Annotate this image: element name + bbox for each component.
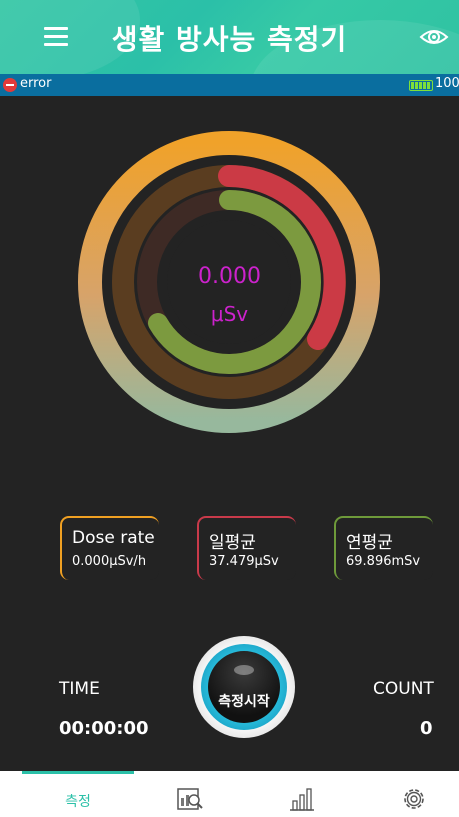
start-button-ring: 측정시작 (201, 644, 287, 730)
start-button-core: 측정시작 (208, 651, 280, 723)
time-value: 00:00:00 (59, 718, 149, 739)
bottom-nav: 측정 (0, 771, 459, 817)
dose-rate-card: Dose rate 0.000μSv/h (60, 516, 159, 580)
count-value: 0 (420, 718, 433, 739)
tab-settings[interactable] (358, 771, 459, 817)
start-measurement-button[interactable]: 측정시작 (193, 636, 295, 738)
battery-icon (409, 80, 433, 91)
tab-report[interactable] (134, 771, 246, 817)
card-value: 0.000μSv/h (72, 554, 147, 569)
dose-value: 0.000 (198, 264, 261, 289)
time-label: TIME (59, 679, 100, 699)
start-button-label: 측정시작 (218, 694, 270, 710)
card-label: Dose rate (72, 528, 155, 548)
card-label: 일평균 (209, 533, 256, 553)
eye-icon[interactable] (419, 24, 449, 50)
yearly-average-card: 연평균 69.896mSv (334, 516, 433, 580)
error-icon (3, 78, 17, 92)
tab-measure-label: 측정 (65, 794, 91, 810)
app-header: 생활 방사능 측정기 (0, 0, 459, 74)
page-title: 생활 방사능 측정기 (111, 23, 348, 56)
card-value: 37.479μSv (209, 554, 279, 569)
count-label: COUNT (373, 679, 434, 699)
error-text: error (20, 76, 52, 91)
status-bar: error 100 (0, 74, 459, 96)
card-value: 69.896mSv (346, 554, 421, 569)
tab-measure[interactable]: 측정 (22, 771, 134, 817)
search-report-icon (177, 788, 203, 810)
bar-chart-icon (290, 788, 314, 811)
battery-level: 100 (435, 76, 459, 91)
measurement-panel: 0.000 μSv Dose rate 0.000μSv/h 일평균 37.47… (0, 96, 459, 771)
daily-average-card: 일평균 37.479μSv (197, 516, 296, 580)
dose-unit: μSv (210, 302, 249, 326)
tab-statistics[interactable] (246, 771, 358, 817)
card-label: 연평균 (346, 533, 393, 553)
gear-icon (404, 789, 424, 809)
